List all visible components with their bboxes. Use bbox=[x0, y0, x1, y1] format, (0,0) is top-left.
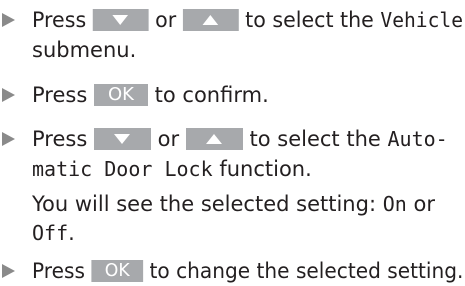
or-word: or bbox=[157, 127, 180, 151]
step-1-text: Press or to select the Vehicle bbox=[32, 5, 463, 35]
step-text: to change the selected setting. bbox=[149, 259, 464, 283]
step-3-line-1: Press or to select the Auto- bbox=[0, 124, 465, 154]
step-1-line-1: Press or to select the Vehicle bbox=[0, 5, 465, 35]
note-text: You will see the selected setting: bbox=[32, 192, 377, 216]
arrow-down-key-icon bbox=[112, 15, 129, 25]
step-4-line-1: Press OK to change the selected setting. bbox=[0, 256, 465, 286]
press-word: Press bbox=[32, 83, 88, 107]
menu-name: Vehicle bbox=[380, 8, 464, 32]
ok-key: OK bbox=[91, 260, 144, 282]
function-name-part-1: Auto- bbox=[387, 127, 448, 151]
down-arrow-key bbox=[92, 9, 149, 31]
step-4-text: Press OK to change the selected setting. bbox=[32, 256, 463, 286]
step-3-note: You will see the selected setting: On or bbox=[32, 189, 435, 219]
step-text: to select the bbox=[245, 8, 374, 32]
bullet-icon bbox=[2, 264, 15, 278]
up-arrow-key bbox=[185, 128, 243, 150]
step-3-note-continuation: Off. bbox=[32, 218, 75, 248]
arrow-up-key-icon bbox=[206, 134, 223, 144]
setting-off: Off bbox=[32, 221, 69, 245]
step-1-continuation: submenu. bbox=[32, 38, 137, 62]
step-text: function. bbox=[219, 157, 312, 181]
function-name-part-2: matic Door Lock bbox=[32, 157, 213, 181]
press-word: Press bbox=[32, 259, 85, 283]
or-word: or bbox=[155, 8, 177, 32]
down-arrow-key bbox=[93, 128, 151, 150]
up-arrow-key bbox=[182, 9, 239, 31]
press-word: Press bbox=[32, 127, 88, 151]
step-2-text: Press OK to confirm. bbox=[32, 80, 269, 110]
press-word: Press bbox=[32, 8, 87, 32]
step-3-text: Press or to select the Auto- bbox=[32, 124, 448, 154]
or-word: or bbox=[413, 192, 435, 216]
step-text: to confirm. bbox=[154, 83, 269, 107]
bullet-icon bbox=[2, 13, 15, 27]
bullet-icon bbox=[2, 88, 15, 102]
bullet-icon bbox=[2, 132, 15, 146]
note-end: . bbox=[68, 221, 75, 245]
arrow-down-key-icon bbox=[114, 134, 131, 144]
step-3-continuation: matic Door Lock function. bbox=[32, 154, 312, 184]
arrow-up-key-icon bbox=[202, 15, 219, 25]
step-text: to select the bbox=[249, 127, 381, 151]
setting-on: On bbox=[382, 192, 407, 216]
ok-key: OK bbox=[93, 84, 148, 106]
